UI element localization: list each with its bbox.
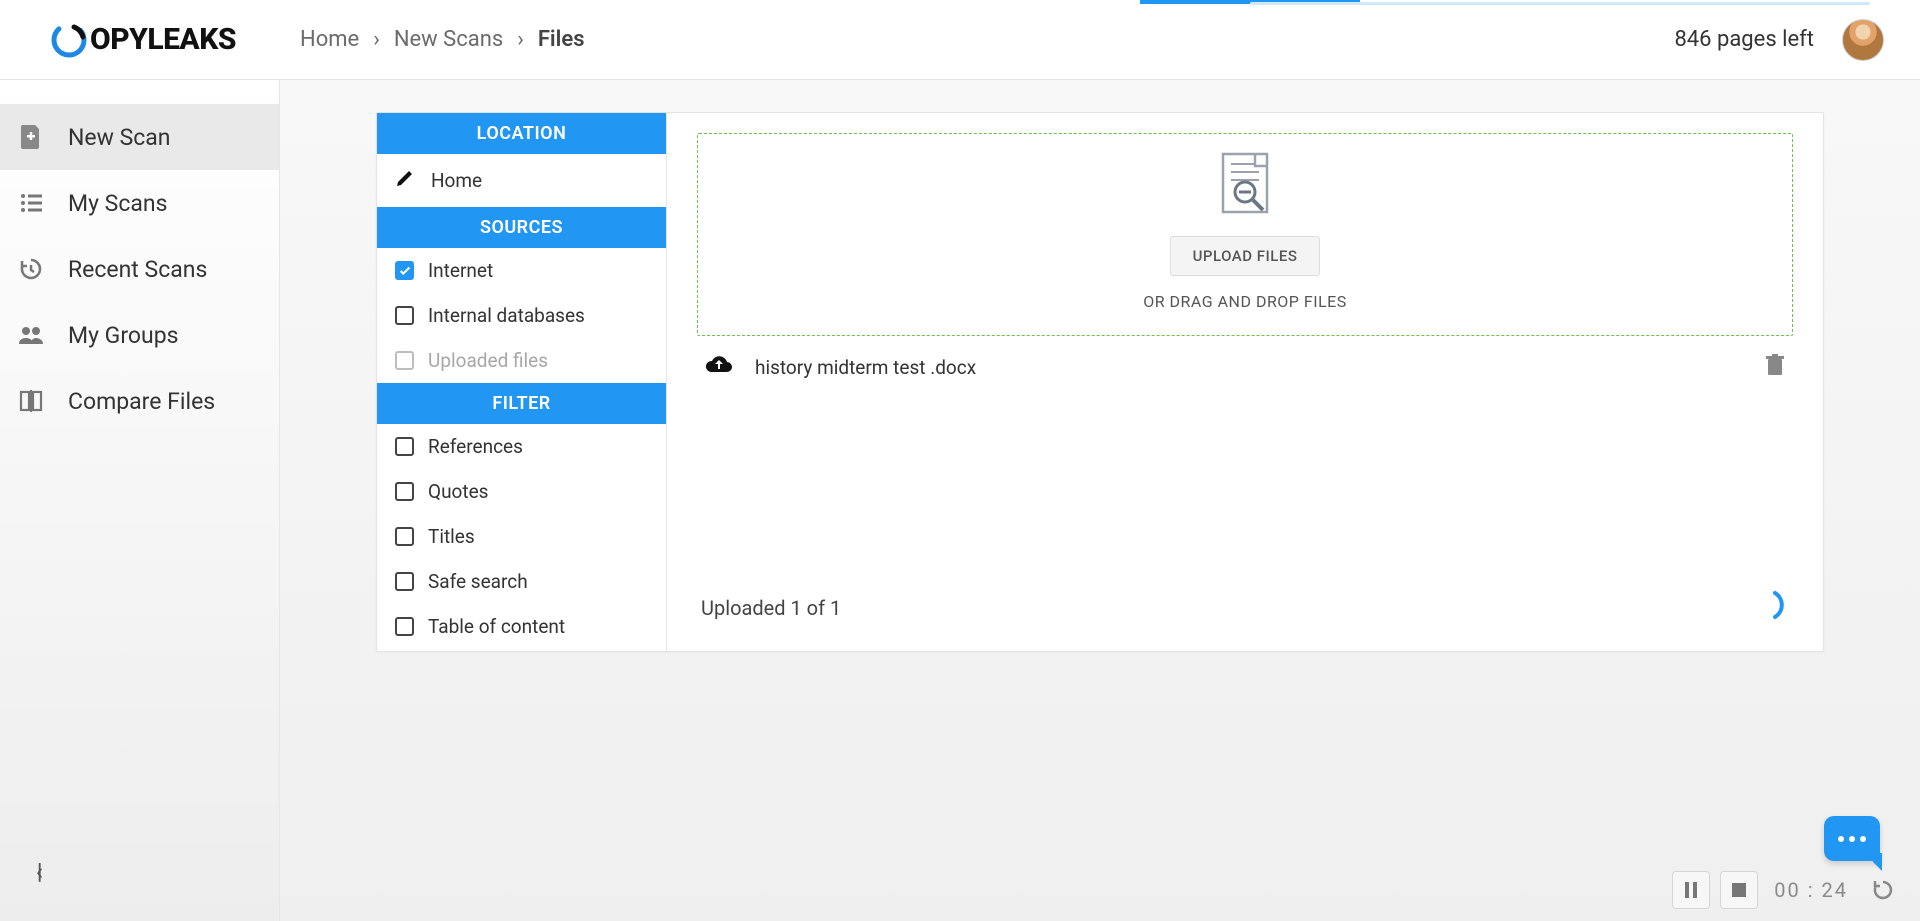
list-icon [18,190,44,216]
replay-icon [1871,878,1895,902]
checkbox-icon [395,437,414,456]
filter-label: Quotes [428,480,488,503]
file-plus-icon [18,124,44,150]
upload-status: Uploaded 1 of 1 [701,596,841,620]
settings-panel: LOCATION Home SOURCES Internet Internal … [377,113,667,651]
source-internal-databases[interactable]: Internal databases [377,293,666,338]
sidebar-item-label: My Groups [68,322,179,349]
source-label: Internet [428,259,493,282]
dropzone[interactable]: UPLOAD FILES OR DRAG AND DROP FILES [697,133,1793,336]
checkbox-icon [395,527,414,546]
upload-files-button[interactable]: UPLOAD FILES [1170,236,1321,276]
stop-icon [1732,883,1746,897]
filter-quotes[interactable]: Quotes [377,469,666,514]
source-label: Internal databases [428,304,585,327]
document-search-icon [708,150,1782,220]
breadcrumb: Home › New Scans › Files [280,27,1674,52]
sidebar-item-my-scans[interactable]: My Scans [0,170,279,236]
breadcrumb-home[interactable]: Home [300,27,359,52]
logo-text: OPYLEAKS [90,22,236,57]
breadcrumb-current: Files [538,27,585,52]
filter-label: Titles [428,525,475,548]
chevron-right-icon: › [517,27,524,52]
source-label: Uploaded files [428,349,548,372]
checkbox-icon [395,617,414,636]
replay-button[interactable] [1864,871,1902,909]
filter-label: Safe search [428,570,528,593]
chat-widget[interactable] [1824,816,1880,861]
file-panel: UPLOAD FILES OR DRAG AND DROP FILES hist… [667,113,1823,651]
sidebar-item-my-groups[interactable]: My Groups [0,302,279,368]
player-controls: 00 : 24 [1672,871,1902,909]
checkbox-icon [395,482,414,501]
avatar[interactable] [1842,19,1884,61]
player-time: 00 : 24 [1768,878,1854,902]
source-internet[interactable]: Internet [377,248,666,293]
uploaded-file-name: history midterm test .docx [755,356,976,379]
sidebar: New Scan My Scans Recent Scans My Groups… [0,80,280,921]
uploaded-file-row: history midterm test .docx [697,336,1793,399]
source-uploaded-files: Uploaded files [377,338,666,383]
checkbox-icon [395,306,414,325]
logo-icon [50,21,88,59]
loading-arc-icon [1771,590,1789,625]
sidebar-item-label: Recent Scans [68,256,207,283]
checkbox-icon [395,572,414,591]
compare-icon [18,388,44,414]
filter-titles[interactable]: Titles [377,514,666,559]
pencil-icon [395,168,415,193]
sidebar-item-label: Compare Files [68,388,215,415]
logo[interactable]: OPYLEAKS [0,21,280,59]
breadcrumb-new-scans[interactable]: New Scans [394,27,503,52]
sidebar-item-recent-scans[interactable]: Recent Scans [0,236,279,302]
stop-button[interactable] [1720,871,1758,909]
pause-button[interactable] [1672,871,1710,909]
checkbox-disabled-icon [395,351,414,370]
location-home[interactable]: Home [377,154,666,207]
sidebar-item-new-scan[interactable]: New Scan [0,104,279,170]
sidebar-item-compare-files[interactable]: Compare Files [0,368,279,434]
checkbox-checked-icon [395,261,414,280]
filter-references[interactable]: References [377,424,666,469]
pages-left: 846 pages left [1674,27,1814,52]
location-header: LOCATION [377,113,666,154]
main-content: LOCATION Home SOURCES Internet Internal … [280,80,1920,921]
filter-safe-search[interactable]: Safe search [377,559,666,604]
header: OPYLEAKS Home › New Scans › Files 846 pa… [0,0,1920,80]
filter-label: References [428,435,523,458]
pause-icon [1684,882,1698,898]
group-icon [18,322,44,348]
history-icon [18,256,44,282]
location-home-label: Home [431,169,482,192]
drag-drop-hint: OR DRAG AND DROP FILES [708,292,1782,311]
sources-header: SOURCES [377,207,666,248]
sidebar-item-label: New Scan [68,124,171,151]
cloud-upload-icon [705,354,733,381]
filter-label: Table of content [428,615,565,638]
trash-icon[interactable] [1765,354,1785,381]
filter-table-of-content[interactable]: Table of content [377,604,666,649]
sidebar-item-label: My Scans [68,190,167,217]
filter-header: FILTER [377,383,666,424]
chevron-right-icon: › [373,27,380,52]
chat-icon [1838,836,1866,842]
